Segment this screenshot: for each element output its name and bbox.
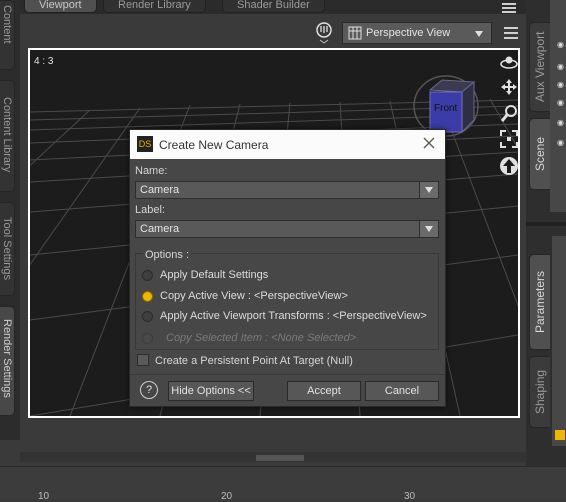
dialog-divider — [130, 374, 445, 375]
right-tab-aux-viewport-label: Aux Viewport — [533, 31, 547, 103]
cancel-button[interactable]: Cancel — [365, 381, 439, 401]
pan-icon[interactable] — [500, 78, 518, 99]
hide-options-button[interactable]: Hide Options << — [168, 381, 254, 401]
frame-icon[interactable] — [500, 130, 518, 151]
right-tab-parameters[interactable]: Parameters — [529, 254, 550, 350]
right-tab-shaping[interactable]: Shaping — [529, 356, 550, 428]
right-panel: Aux Viewport Scene ◉ ◉ ◉ ◉ ◉ ◉ Parameter… — [526, 0, 566, 497]
radio-copy-active-view[interactable] — [142, 291, 153, 302]
label-select[interactable]: Camera — [135, 220, 439, 238]
label-label: Label: — [135, 204, 165, 216]
close-icon[interactable] — [422, 136, 436, 153]
left-tab-content-label: Content — [1, 5, 13, 44]
left-tab-strip: Content Content Library Tool Settings Re… — [0, 0, 20, 440]
visibility-eye-icon[interactable]: ◉ — [557, 62, 564, 71]
visibility-eye-icon[interactable]: ◉ — [557, 80, 564, 89]
right-tab-parameters-label: Parameters — [533, 270, 547, 334]
right-tab-aux-viewport[interactable]: Aux Viewport — [529, 22, 550, 112]
left-tab-content-library[interactable]: Content Library — [0, 80, 15, 192]
viewport-bottom-bar — [20, 452, 526, 462]
splitter-handle[interactable] — [256, 455, 304, 461]
aspect-ratio-label: 4 : 3 — [34, 56, 54, 67]
panel-menu-icon[interactable] — [501, 2, 517, 14]
orbit-icon[interactable] — [500, 54, 518, 73]
option-copy-active-view-label: Copy Active View : <PerspectiveView> — [160, 290, 348, 302]
view-selector[interactable]: Perspective View — [342, 22, 492, 44]
right-panel-bottom-strip — [552, 236, 566, 446]
visibility-eye-icon[interactable]: ◉ — [557, 98, 564, 107]
right-panel-divider — [526, 222, 566, 226]
name-value: Camera — [140, 184, 180, 196]
right-tab-shaping-label: Shaping — [533, 369, 547, 415]
view-cube-front-label: Front — [434, 103, 458, 114]
view-grid-icon — [348, 26, 362, 43]
left-tab-tool-settings-label: Tool Settings — [1, 217, 13, 280]
help-icon: ? — [145, 384, 153, 396]
radio-apply-viewport-transforms[interactable] — [142, 311, 153, 322]
dialog-title: Create New Camera — [159, 138, 269, 152]
left-tab-content-library-label: Content Library — [1, 97, 13, 173]
name-label: Name: — [135, 165, 168, 177]
top-tab-bar: Viewport Render Library Shader Builder — [0, 0, 526, 14]
zoom-icon[interactable] — [500, 104, 518, 125]
create-camera-dialog: DS Create New Camera Name: Camera Label:… — [129, 129, 446, 407]
left-tab-render-settings-label: Render Settings — [1, 319, 13, 398]
ds-logo-icon: DS — [137, 136, 153, 152]
visibility-eye-icon[interactable]: ◉ — [557, 40, 564, 49]
help-button[interactable]: ? — [140, 381, 158, 399]
tab-viewport[interactable]: Viewport — [24, 0, 97, 13]
persistent-point-checkbox[interactable] — [137, 354, 149, 366]
radio-copy-selected-item — [142, 333, 153, 344]
chevron-down-icon — [475, 31, 483, 37]
radio-apply-default-settings[interactable] — [142, 270, 153, 281]
label-value: Camera — [140, 223, 180, 235]
accept-button[interactable]: Accept — [287, 381, 361, 401]
tab-shader-builder[interactable]: Shader Builder — [222, 0, 325, 13]
dialog-title-bar: DS Create New Camera — [130, 130, 445, 159]
left-tab-tool-settings[interactable]: Tool Settings — [0, 202, 15, 296]
persistent-point-label: Create a Persistent Point At Target (Nul… — [155, 355, 353, 367]
options-title: Options : — [143, 249, 192, 261]
view-selector-value: Perspective View — [366, 27, 451, 39]
visibility-eye-icon[interactable]: ◉ — [557, 118, 564, 127]
lighting-icon[interactable] — [316, 22, 332, 44]
option-apply-default-settings-label: Apply Default Settings — [160, 269, 269, 281]
option-copy-selected-item-label: Copy Selected Item : <None Selected> — [166, 332, 357, 344]
visibility-eye-icon[interactable]: ◉ — [557, 138, 564, 147]
up-arrow-icon[interactable] — [499, 156, 518, 179]
timeline-ruler: 10 20 30 — [0, 466, 566, 502]
right-tab-scene-label: Scene — [533, 136, 547, 172]
view-cube[interactable]: Front — [408, 68, 486, 138]
left-tab-render-settings[interactable]: Render Settings — [0, 306, 15, 416]
name-select[interactable]: Camera — [135, 181, 439, 199]
option-apply-viewport-transforms-label: Apply Active Viewport Transforms : <Pers… — [160, 310, 427, 322]
chevron-down-icon — [419, 182, 438, 198]
tab-render-library[interactable]: Render Library — [103, 0, 206, 13]
chevron-down-icon — [419, 221, 438, 237]
left-tab-content[interactable]: Content — [0, 0, 15, 70]
right-tab-scene[interactable]: Scene — [529, 118, 550, 190]
options-group: Options : Apply Default Settings Copy Ac… — [135, 249, 439, 350]
checkbox-checked-icon[interactable] — [555, 430, 565, 440]
viewport-menu-icon[interactable] — [503, 26, 519, 40]
